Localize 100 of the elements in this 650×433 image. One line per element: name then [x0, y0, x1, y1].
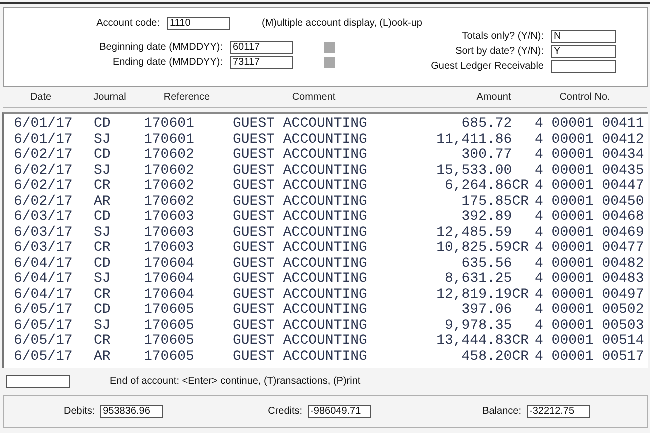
total-label: Credits:	[268, 406, 303, 417]
table-cell: 10,825.59CR	[436, 240, 529, 256]
table-cell-text: 6/02/17	[14, 179, 74, 194]
table-cell-text: CD	[94, 148, 112, 164]
table-cell: 4 00001 00517	[535, 350, 644, 365]
table-cell-text: 170604	[144, 288, 196, 303]
table-cell-text: GUEST ACCOUNTING	[233, 148, 368, 164]
table-cell-text: CD	[94, 256, 112, 272]
table-cell: 4 00001 00412	[535, 132, 644, 148]
table-cell-text: GUEST ACCOUNTING	[233, 132, 368, 148]
table-cell-text: 170605	[144, 350, 196, 365]
table-cell-text: 170602	[144, 179, 196, 194]
table-cell-text: 170605	[144, 318, 196, 334]
table-cell-text: SJ	[94, 226, 112, 241]
table-cell-text: 11,411.86	[436, 132, 514, 148]
table-cell-text: 170605	[144, 334, 196, 350]
table-cell: 6,264.86CR	[444, 178, 529, 194]
total-label: Balance:	[482, 406, 522, 417]
table-cell-text: 6/02/17	[14, 148, 74, 164]
table-cell-text: CD	[94, 117, 112, 132]
table-cell-text: AR	[94, 194, 112, 210]
account-code-label: Account code:	[96, 18, 160, 29]
table-cell-text: SJ	[94, 164, 112, 179]
table-cell: 12,819.19CR	[436, 286, 529, 302]
table-cell-text: GUEST ACCOUNTING	[233, 164, 368, 179]
table-cell-text: GUEST ACCOUNTING	[233, 194, 368, 210]
table-cell-text: CR	[94, 179, 112, 194]
table-cell: 13,444.83CR	[436, 333, 529, 349]
table-cell-text: 6/01/17	[14, 117, 74, 132]
table-cell: 4 00001 00434	[535, 148, 644, 164]
table-cell: 4 00001 00503	[535, 318, 644, 334]
guest-ledger-field[interactable]	[551, 60, 616, 73]
table-cell-text: 6/03/17	[14, 210, 74, 226]
table-cell-text: CD	[94, 303, 112, 318]
table-cell-text: 170602	[144, 164, 196, 179]
column-header: Journal	[94, 92, 126, 102]
table-cell: 4 00001 00468	[535, 210, 644, 226]
column-header: Amount	[476, 92, 512, 102]
table-cell: 4 00001 00411	[535, 117, 644, 132]
table-cell: 4 00001 00502	[535, 303, 644, 318]
table-cell-text: CR	[94, 334, 112, 350]
table-cell-text: SJ	[94, 132, 112, 148]
table-cell: 4 00001 00483	[535, 272, 644, 288]
table-cell-text: 6/03/17	[14, 226, 74, 240]
table-cell-text: 6/02/17	[14, 164, 74, 178]
table-cell-text: GUEST ACCOUNTING	[233, 210, 368, 226]
table-cell-text: 6/05/17	[14, 350, 74, 365]
column-header: Comment	[292, 92, 336, 102]
table-cell-text: 6/05/17	[14, 303, 74, 318]
beginning-date-label: Beginning date (MMDDYY):	[98, 42, 223, 53]
table-cell-text: CR	[94, 241, 112, 256]
total-field[interactable]: 953836.96	[100, 405, 164, 418]
table-cell-text: GUEST ACCOUNTING	[233, 334, 368, 350]
table-cell-text: 6/04/17	[14, 256, 74, 272]
table-cell: 458.20CR	[462, 348, 529, 364]
table-cell-text: CD	[94, 210, 112, 226]
table-cell-text: 6/01/17	[14, 132, 74, 148]
table-cell-text: SJ	[94, 272, 112, 288]
table-cell-text: GUEST ACCOUNTING	[233, 241, 368, 256]
table-cell-text: GUEST ACCOUNTING	[233, 226, 368, 241]
table-cell-text: GUEST ACCOUNTING	[233, 272, 368, 288]
table-cell-text: 6/05/17	[14, 318, 74, 334]
table-cell: 4 00001 00497	[535, 288, 644, 303]
table-cell-text: GUEST ACCOUNTING	[233, 303, 368, 318]
table-cell-text: GUEST ACCOUNTING	[233, 256, 368, 272]
total-field[interactable]: -986049.71	[308, 405, 371, 418]
table-cell: 4 00001 00447	[535, 179, 644, 194]
table-cell-text: 170603	[144, 226, 196, 241]
table-cell-text: CR	[94, 288, 112, 303]
table-cell-text: GUEST ACCOUNTING	[233, 117, 368, 132]
command-prompt: End of account: <Enter> continue, (T)ransactions, (P)rint	[110, 376, 361, 386]
column-header: Reference	[164, 92, 210, 102]
ending-date-field[interactable]: 73117	[230, 56, 293, 69]
totals-only-label: Totals only? (Y/N):	[462, 31, 544, 42]
table-cell: 4 00001 00435	[535, 164, 644, 179]
table-cell-text: 300.77	[462, 147, 514, 163]
table-cell-text: 170603	[144, 210, 196, 226]
table-cell-text: 6/05/17	[14, 334, 74, 350]
table-cell-text: GUEST ACCOUNTING	[233, 350, 368, 365]
table-cell-text: 170604	[144, 256, 196, 272]
table-cell-text: 6/03/17	[14, 241, 74, 256]
table-cell-text: 635.56	[462, 256, 514, 272]
table-cell-text: GUEST ACCOUNTING	[233, 318, 368, 334]
table-cell-text: 6/04/17	[14, 272, 74, 288]
command-field[interactable]	[6, 374, 70, 388]
table-cell: 4 00001 00482	[535, 256, 644, 272]
sort-by-date-field[interactable]: Y	[551, 45, 616, 58]
totals-only-field[interactable]: N	[551, 30, 616, 43]
column-header: Control No.	[560, 92, 610, 102]
table-cell-text: 170601	[144, 117, 196, 132]
table-cell-text: GUEST ACCOUNTING	[233, 179, 368, 194]
table-cell-text: 170603	[144, 241, 196, 256]
table-cell-text: 170604	[144, 272, 196, 288]
guest-ledger-label: Guest Ledger Receivable	[431, 61, 544, 72]
table-cell-text: 170602	[144, 148, 196, 164]
account-code-field[interactable]: 1110	[167, 17, 230, 30]
total-field[interactable]: -32212.75	[526, 405, 590, 418]
table-cell: 4 00001 00514	[535, 334, 644, 350]
beginning-date-field[interactable]: 60117	[230, 41, 293, 54]
lookup-hint: (M)ultiple account display, (L)ook-up	[262, 18, 422, 29]
